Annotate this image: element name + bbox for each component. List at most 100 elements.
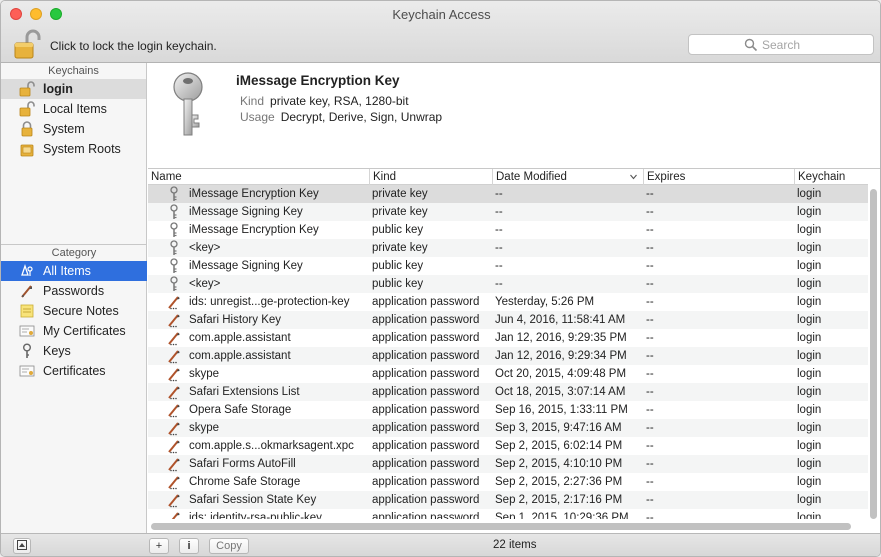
- all-items-icon: [21, 263, 33, 276]
- window-title: Keychain Access: [392, 7, 491, 22]
- cell-expires: --: [646, 242, 654, 254]
- sidebar-keychain-login[interactable]: login: [1, 79, 146, 99]
- key-icon: [167, 186, 181, 202]
- bottom-bar: + i Copy 22 items: [1, 533, 880, 556]
- sidebar-keychain-local-items[interactable]: Local Items: [1, 99, 146, 119]
- key-icon: [167, 258, 181, 274]
- column-header-kind[interactable]: Kind: [369, 169, 492, 185]
- lock-hint-text: Click to lock the login keychain.: [50, 39, 217, 53]
- cell-date-modified: Jun 4, 2016, 11:58:41 AM: [495, 314, 626, 326]
- key-icon: [167, 222, 181, 238]
- detail-usage-label: Usage: [240, 110, 275, 124]
- unlocked-padlock-icon: [19, 101, 35, 117]
- cell-kind: application password: [372, 476, 480, 488]
- cell-keychain: login: [797, 296, 822, 308]
- cell-date-modified: --: [495, 206, 503, 218]
- toolbar: Keychain Access Click to lock the login …: [1, 1, 880, 63]
- horizontal-scrollbar[interactable]: [148, 521, 880, 532]
- sidebar-category-my-certificates[interactable]: My Certificates: [1, 321, 147, 341]
- table-row[interactable]: Safari History Key application password Ju…: [148, 311, 868, 329]
- table-row[interactable]: <key> public key -- -- login: [148, 275, 868, 293]
- search-input[interactable]: Search: [688, 34, 874, 55]
- cell-name: <key>: [189, 242, 221, 254]
- table-row[interactable]: ids: identity-rsa-public-key application …: [148, 509, 868, 519]
- cell-keychain: login: [797, 314, 822, 326]
- sidebar-item-label: Keys: [43, 344, 71, 358]
- sidebar-keychain-system-roots[interactable]: System Roots: [1, 139, 146, 159]
- cell-expires: --: [646, 188, 654, 200]
- password-icon: [167, 438, 181, 454]
- column-header-name[interactable]: Name: [148, 169, 369, 185]
- cell-expires: --: [646, 386, 654, 398]
- cell-keychain: login: [797, 242, 822, 254]
- password-icon: [167, 330, 181, 346]
- cell-kind: private key: [372, 206, 428, 218]
- items-table: Name Kind Date Modified Expires Keychain…: [148, 169, 880, 519]
- sidebar-category-all-items[interactable]: All Items: [1, 261, 147, 281]
- sidebar-category-passwords[interactable]: Passwords: [1, 281, 147, 301]
- cell-expires: --: [646, 494, 654, 506]
- cell-expires: --: [646, 512, 654, 519]
- cell-keychain: login: [797, 188, 822, 200]
- cell-expires: --: [646, 422, 654, 434]
- unlocked-padlock-icon: [19, 81, 35, 97]
- cell-date-modified: --: [495, 242, 503, 254]
- cell-kind: application password: [372, 404, 480, 416]
- column-header-date-modified[interactable]: Date Modified: [492, 169, 643, 185]
- table-row[interactable]: iMessage Signing Key private key -- -- login: [148, 203, 868, 221]
- table-row[interactable]: com.apple.assistant application password J…: [148, 329, 868, 347]
- table-row[interactable]: com.apple.s...okmarksagent.xpc applicatio…: [148, 437, 868, 455]
- table-row[interactable]: Safari Forms AutoFill application passwor…: [148, 455, 868, 473]
- certificate-icon: [19, 325, 35, 337]
- table-row[interactable]: ids: unregist...ge-protection-key applica…: [148, 293, 868, 311]
- sidebar-keychain-system[interactable]: System: [1, 119, 146, 139]
- cell-date-modified: Sep 1, 2015, 10:29:36 PM: [495, 512, 629, 519]
- table-row[interactable]: Opera Safe Storage application password Se…: [148, 401, 868, 419]
- item-detail-panel: iMessage Encryption Key Kind private key,…: [148, 63, 880, 169]
- table-row[interactable]: iMessage Signing Key public key -- -- login: [148, 257, 868, 275]
- cell-kind: public key: [372, 224, 424, 236]
- horizontal-scroll-thumb[interactable]: [151, 523, 851, 530]
- table-row[interactable]: Safari Extensions List application passwo…: [148, 383, 868, 401]
- table-row[interactable]: skype application password Sep 3, 2015, 9:…: [148, 419, 868, 437]
- cell-keychain: login: [797, 278, 822, 290]
- keychain-access-window: Keychain Access Click to lock the login …: [0, 0, 881, 557]
- table-row[interactable]: Chrome Safe Storage application password S…: [148, 473, 868, 491]
- category-header: Category: [51, 247, 97, 259]
- cell-date-modified: --: [495, 278, 503, 290]
- cell-expires: --: [646, 314, 654, 326]
- copy-button[interactable]: Copy: [209, 538, 249, 554]
- sidebar-category-secure-notes[interactable]: Secure Notes: [1, 301, 147, 321]
- sidebar-category-certificates[interactable]: Certificates: [1, 361, 147, 381]
- column-header-expires[interactable]: Expires: [643, 169, 794, 185]
- sidebar-category-keys[interactable]: Keys: [1, 341, 147, 361]
- cell-name: Safari Forms AutoFill: [189, 458, 296, 470]
- cell-keychain: login: [797, 332, 822, 344]
- vertical-scroll-thumb[interactable]: [870, 189, 877, 519]
- show-keychains-button[interactable]: [13, 538, 31, 554]
- cell-name: <key>: [189, 278, 221, 290]
- cell-kind: application password: [372, 296, 480, 308]
- cell-name: skype: [189, 368, 220, 380]
- note-icon: [20, 304, 34, 318]
- cell-date-modified: Yesterday, 5:26 PM: [495, 296, 595, 308]
- password-icon: [167, 420, 181, 436]
- column-header-keychain[interactable]: Keychain: [794, 169, 868, 185]
- get-info-button[interactable]: i: [179, 538, 199, 554]
- cell-name: iMessage Signing Key: [189, 206, 303, 218]
- table-row[interactable]: com.apple.assistant application password J…: [148, 347, 868, 365]
- password-icon: [167, 456, 181, 472]
- table-row[interactable]: <key> private key -- -- login: [148, 239, 868, 257]
- password-icon: [167, 384, 181, 400]
- cell-date-modified: Jan 12, 2016, 9:29:35 PM: [495, 332, 627, 344]
- table-row[interactable]: skype application password Oct 20, 2015, 4…: [148, 365, 868, 383]
- unlocked-padlock-icon[interactable]: [11, 29, 41, 59]
- detail-kind-row: Kind private key, RSA, 1280-bit: [240, 94, 409, 108]
- table-row[interactable]: Safari Session State Key application pass…: [148, 491, 868, 509]
- table-row[interactable]: iMessage Encryption Key private key -- -- lo…: [148, 185, 868, 203]
- vertical-scrollbar[interactable]: [870, 187, 878, 519]
- sidebar-item-label: Certificates: [43, 364, 106, 378]
- table-row[interactable]: iMessage Encryption Key public key -- -- log…: [148, 221, 868, 239]
- add-item-button[interactable]: +: [149, 538, 169, 554]
- cell-kind: public key: [372, 278, 424, 290]
